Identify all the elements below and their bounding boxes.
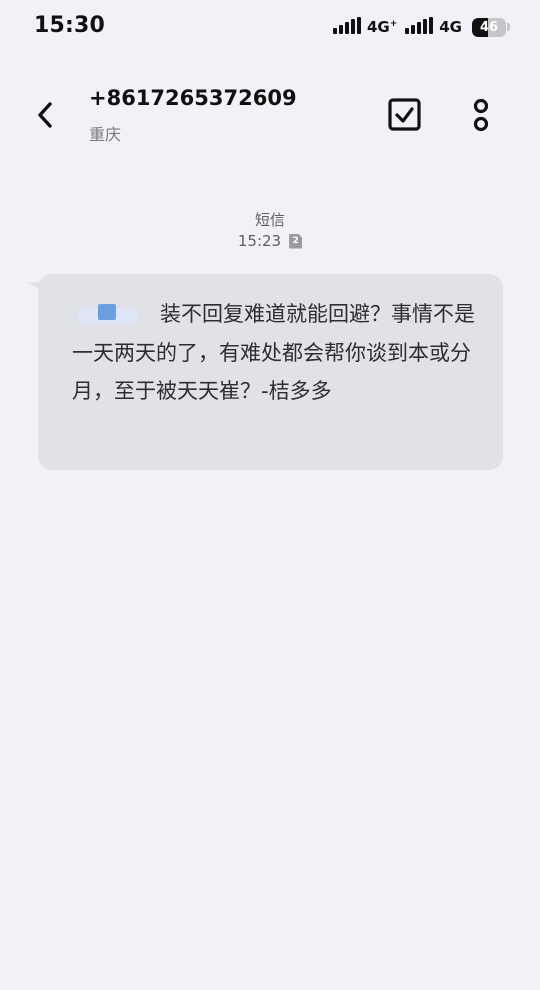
message-timestamp-row: 15:23 2 (0, 232, 540, 250)
back-button[interactable] (30, 93, 70, 137)
checkbox-icon (388, 98, 421, 131)
battery-icon: 46 (472, 17, 506, 37)
message-timestamp: 15:23 (237, 232, 282, 250)
select-messages-button[interactable] (385, 94, 425, 136)
sim-card-icon: 2 (289, 233, 303, 249)
sms-conversation-screen: 15:30 4G+ 4G 46 +8617265372609 重庆 短信 15:… (0, 0, 540, 990)
network-type-2: 4G (439, 18, 462, 36)
chevron-left-icon (38, 102, 52, 128)
more-options-button[interactable] (466, 94, 496, 136)
message-text: 装不回复难道就能回避？事情不是一天两天的了，有难处都会帮你谈到本或分月，至于被天… (72, 302, 475, 403)
contact-number: +8617265372609 (89, 86, 297, 110)
signal-icon (332, 17, 361, 37)
more-vertical-icon (473, 98, 489, 132)
status-time: 15:30 (34, 13, 106, 38)
contact-location: 重庆 (89, 125, 122, 144)
battery-level: 46 (479, 19, 499, 35)
battery-nub (507, 23, 510, 31)
status-bar: 15:30 4G+ 4G 46 (0, 0, 540, 54)
message-channel-label: 短信 (254, 211, 285, 229)
signal-icon (405, 17, 434, 37)
network-type-1: 4G+ (366, 18, 398, 36)
status-icons: 4G+ 4G 46 (332, 14, 510, 40)
message-bubble[interactable]: 装不回复难道就能回避？事情不是一天两天的了，有难处都会帮你谈到本或分月，至于被天… (38, 274, 503, 470)
